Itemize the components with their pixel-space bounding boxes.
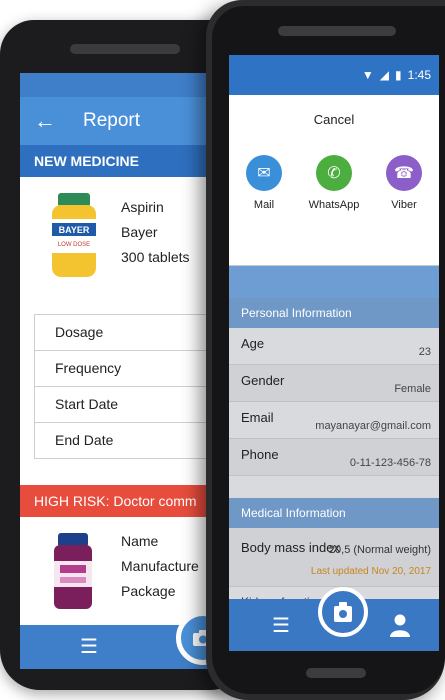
row-label: Email [241, 410, 274, 425]
status-time: 1:45 [407, 68, 431, 82]
share-viber[interactable]: ☎ Viber [373, 155, 435, 211]
share-mail[interactable]: ✉ Mail [233, 155, 295, 211]
section-header-personal: Personal Information [229, 298, 439, 328]
user-icon[interactable] [389, 613, 411, 637]
row-value: 23 [418, 346, 431, 358]
medicine-package-label: Package [121, 583, 176, 599]
arrow-left-icon[interactable]: ← [20, 108, 70, 134]
wifi-icon: ▼ [361, 68, 374, 82]
row-value: mayanayar@gmail.com [315, 420, 431, 432]
spacer [229, 476, 439, 498]
info-row-gender: Gender Female [229, 365, 439, 402]
medicine-bottle-image [54, 533, 92, 609]
bottom-nav: ☰ [229, 587, 439, 651]
share-whatsapp[interactable]: ✆ WhatsApp [303, 155, 365, 211]
medicine-name-label: Name [121, 533, 159, 549]
bottle-brand-text: BAYER [59, 225, 90, 235]
status-bar: ▼ ◢ ▮ 1:45 [229, 55, 439, 95]
info-row-phone: Phone 0-11-123-456-78 [229, 439, 439, 476]
share-label: WhatsApp [308, 199, 360, 211]
header-band [229, 266, 439, 298]
info-row-age: Age 23 [229, 328, 439, 365]
row-value: 20,5 (Normal weight) [328, 544, 431, 556]
mail-icon: ✉ [246, 155, 282, 191]
viber-icon: ☎ [386, 155, 422, 191]
row-value: 0-11-123-456-78 [349, 457, 431, 469]
whatsapp-icon: ✆ [316, 155, 352, 191]
medicine-manufacturer-label: Manufacture [121, 558, 199, 574]
info-row-bmi: Body mass index 20,5 (Normal weight) Las… [229, 528, 439, 587]
medicine-bottle-image: BAYER LOW DOSE [52, 193, 96, 277]
medicine-package: 300 tablets [121, 249, 190, 265]
medicine-brand: Bayer [121, 224, 158, 240]
camera-button[interactable] [318, 587, 368, 637]
home-indicator [306, 668, 366, 678]
row-label: Gender [241, 373, 285, 388]
share-label: Mail [253, 199, 275, 211]
medicine-meta: Aspirin Bayer 300 tablets [121, 199, 190, 274]
cancel-button[interactable]: Cancel [229, 95, 439, 140]
row-value: Female [394, 383, 431, 395]
list-icon[interactable]: ☰ [272, 613, 290, 638]
page-title: Report [83, 110, 141, 131]
bottle-sub-text: LOW DOSE [58, 242, 90, 248]
last-updated: Last updated Nov 20, 2017 [310, 566, 431, 577]
right-screen: ▼ ◢ ▮ 1:45 Cancel ✉ Mail ✆ WhatsApp ☎ Vi… [229, 55, 439, 651]
right-phone: ▼ ◢ ▮ 1:45 Cancel ✉ Mail ✆ WhatsApp ☎ Vi… [206, 0, 445, 700]
share-apps: ✉ Mail ✆ WhatsApp ☎ Viber [229, 155, 439, 211]
section-header-medical: Medical Information [229, 498, 439, 528]
list-icon[interactable]: ☰ [80, 637, 106, 657]
speaker [278, 26, 396, 36]
medicine-name: Aspirin [121, 199, 164, 215]
signal-icon: ◢ [379, 68, 390, 82]
medicine-meta: Name Manufacture Package [121, 533, 199, 608]
share-label: Viber [391, 199, 417, 211]
info-row-email: Email mayanayar@gmail.com [229, 402, 439, 439]
speaker [70, 44, 180, 54]
row-label: Phone [241, 447, 279, 462]
share-sheet: Cancel ✉ Mail ✆ WhatsApp ☎ Viber [229, 95, 439, 266]
battery-icon: ▮ [395, 68, 402, 82]
camera-icon [334, 602, 352, 622]
row-label: Body mass index [241, 540, 340, 555]
row-label: Age [241, 336, 265, 351]
